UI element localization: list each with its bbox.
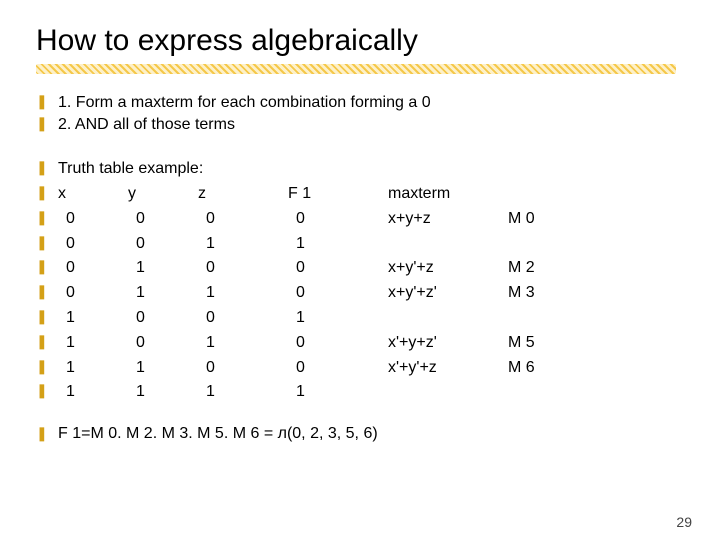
header-f1: F 1 [288,182,388,207]
cell-y: 0 [128,331,198,356]
cell-maxterm: x'+y'+z [388,356,508,381]
cell-m: M 6 [508,356,568,381]
header-z: z [198,182,288,207]
cell-f1: 0 [288,256,388,281]
bullet-icon: ❚ [36,114,50,133]
cell-z: 1 [198,331,288,356]
result-text: F 1=M 0. M 2. M 3. M 5. M 6 = л(0, 2, 3,… [58,425,378,443]
cell-x: 0 [58,232,128,257]
bullet-icon: ❚ [36,256,58,278]
page-title: How to express algebraically [36,24,684,58]
bullet-text: 2. AND all of those terms [58,114,235,136]
table-header-row: ❚ x y z F 1 maxterm [36,182,684,207]
bullet-icon: ❚ [36,281,58,303]
bullet-icon: ❚ [36,356,58,378]
title-underline [36,64,676,74]
cell-z: 1 [198,232,288,257]
cell-y: 1 [128,356,198,381]
cell-z: 1 [198,380,288,405]
bullet-icon: ❚ [36,425,50,442]
cell-y: 1 [128,281,198,306]
header-maxterm: maxterm [388,182,508,207]
page-number: 29 [676,514,692,530]
cell-f1: 0 [288,356,388,381]
cell-m: M 2 [508,256,568,281]
truth-table: ❚ Truth table example: ❚ x y z F 1 maxte… [36,157,684,405]
cell-y: 1 [128,380,198,405]
cell-y: 0 [128,207,198,232]
bullet-icon: ❚ [36,380,58,402]
bullet-icon: ❚ [36,331,58,353]
cell-x: 1 [58,380,128,405]
header-x: x [58,182,128,207]
bullet-text: 1. Form a maxterm for each combination f… [58,92,431,114]
table-row: ❚ 1 0 1 0 x'+y+z' M 5 [36,331,684,356]
cell-f1: 0 [288,281,388,306]
cell-maxterm: x+y+z [388,207,508,232]
cell-x: 0 [58,207,128,232]
table-row: ❚ 1 1 1 1 [36,380,684,405]
cell-maxterm: x+y'+z' [388,281,508,306]
cell-z: 0 [198,306,288,331]
cell-z: 1 [198,281,288,306]
cell-z: 0 [198,256,288,281]
cell-x: 0 [58,281,128,306]
cell-x: 1 [58,306,128,331]
cell-m: M 0 [508,207,568,232]
bullet-icon: ❚ [36,232,58,254]
bullet-icon: ❚ [36,207,58,229]
cell-x: 0 [58,256,128,281]
cell-y: 0 [128,306,198,331]
list-item: ❚ 1. Form a maxterm for each combination… [36,92,684,114]
list-item: ❚ 2. AND all of those terms [36,114,684,136]
cell-f1: 1 [288,306,388,331]
cell-f1: 1 [288,232,388,257]
bullet-icon: ❚ [36,306,58,328]
table-row: ❚ 0 0 0 0 x+y+z M 0 [36,207,684,232]
table-row: ❚ 0 0 1 1 [36,232,684,257]
cell-z: 0 [198,207,288,232]
cell-m: M 3 [508,281,568,306]
cell-f1: 0 [288,207,388,232]
cell-maxterm: x'+y+z' [388,331,508,356]
header-y: y [128,182,198,207]
table-row: ❚ 0 1 0 0 x+y'+z M 2 [36,256,684,281]
table-row: ❚ 1 1 0 0 x'+y'+z M 6 [36,356,684,381]
bullet-icon: ❚ [36,92,50,111]
table-row: ❚ 0 1 1 0 x+y'+z' M 3 [36,281,684,306]
cell-z: 0 [198,356,288,381]
cell-y: 0 [128,232,198,257]
cell-y: 1 [128,256,198,281]
cell-f1: 0 [288,331,388,356]
table-intro: Truth table example: [58,157,203,182]
table-row: ❚ 1 0 0 1 [36,306,684,331]
cell-m: M 5 [508,331,568,356]
cell-x: 1 [58,356,128,381]
cell-maxterm: x+y'+z [388,256,508,281]
table-intro-row: ❚ Truth table example: [36,157,684,182]
cell-x: 1 [58,331,128,356]
bullet-icon: ❚ [36,182,58,204]
bullet-icon: ❚ [36,157,58,179]
cell-f1: 1 [288,380,388,405]
result-line: ❚ F 1=M 0. M 2. M 3. M 5. M 6 = л(0, 2, … [36,425,684,443]
intro-bullets: ❚ 1. Form a maxterm for each combination… [36,92,684,135]
